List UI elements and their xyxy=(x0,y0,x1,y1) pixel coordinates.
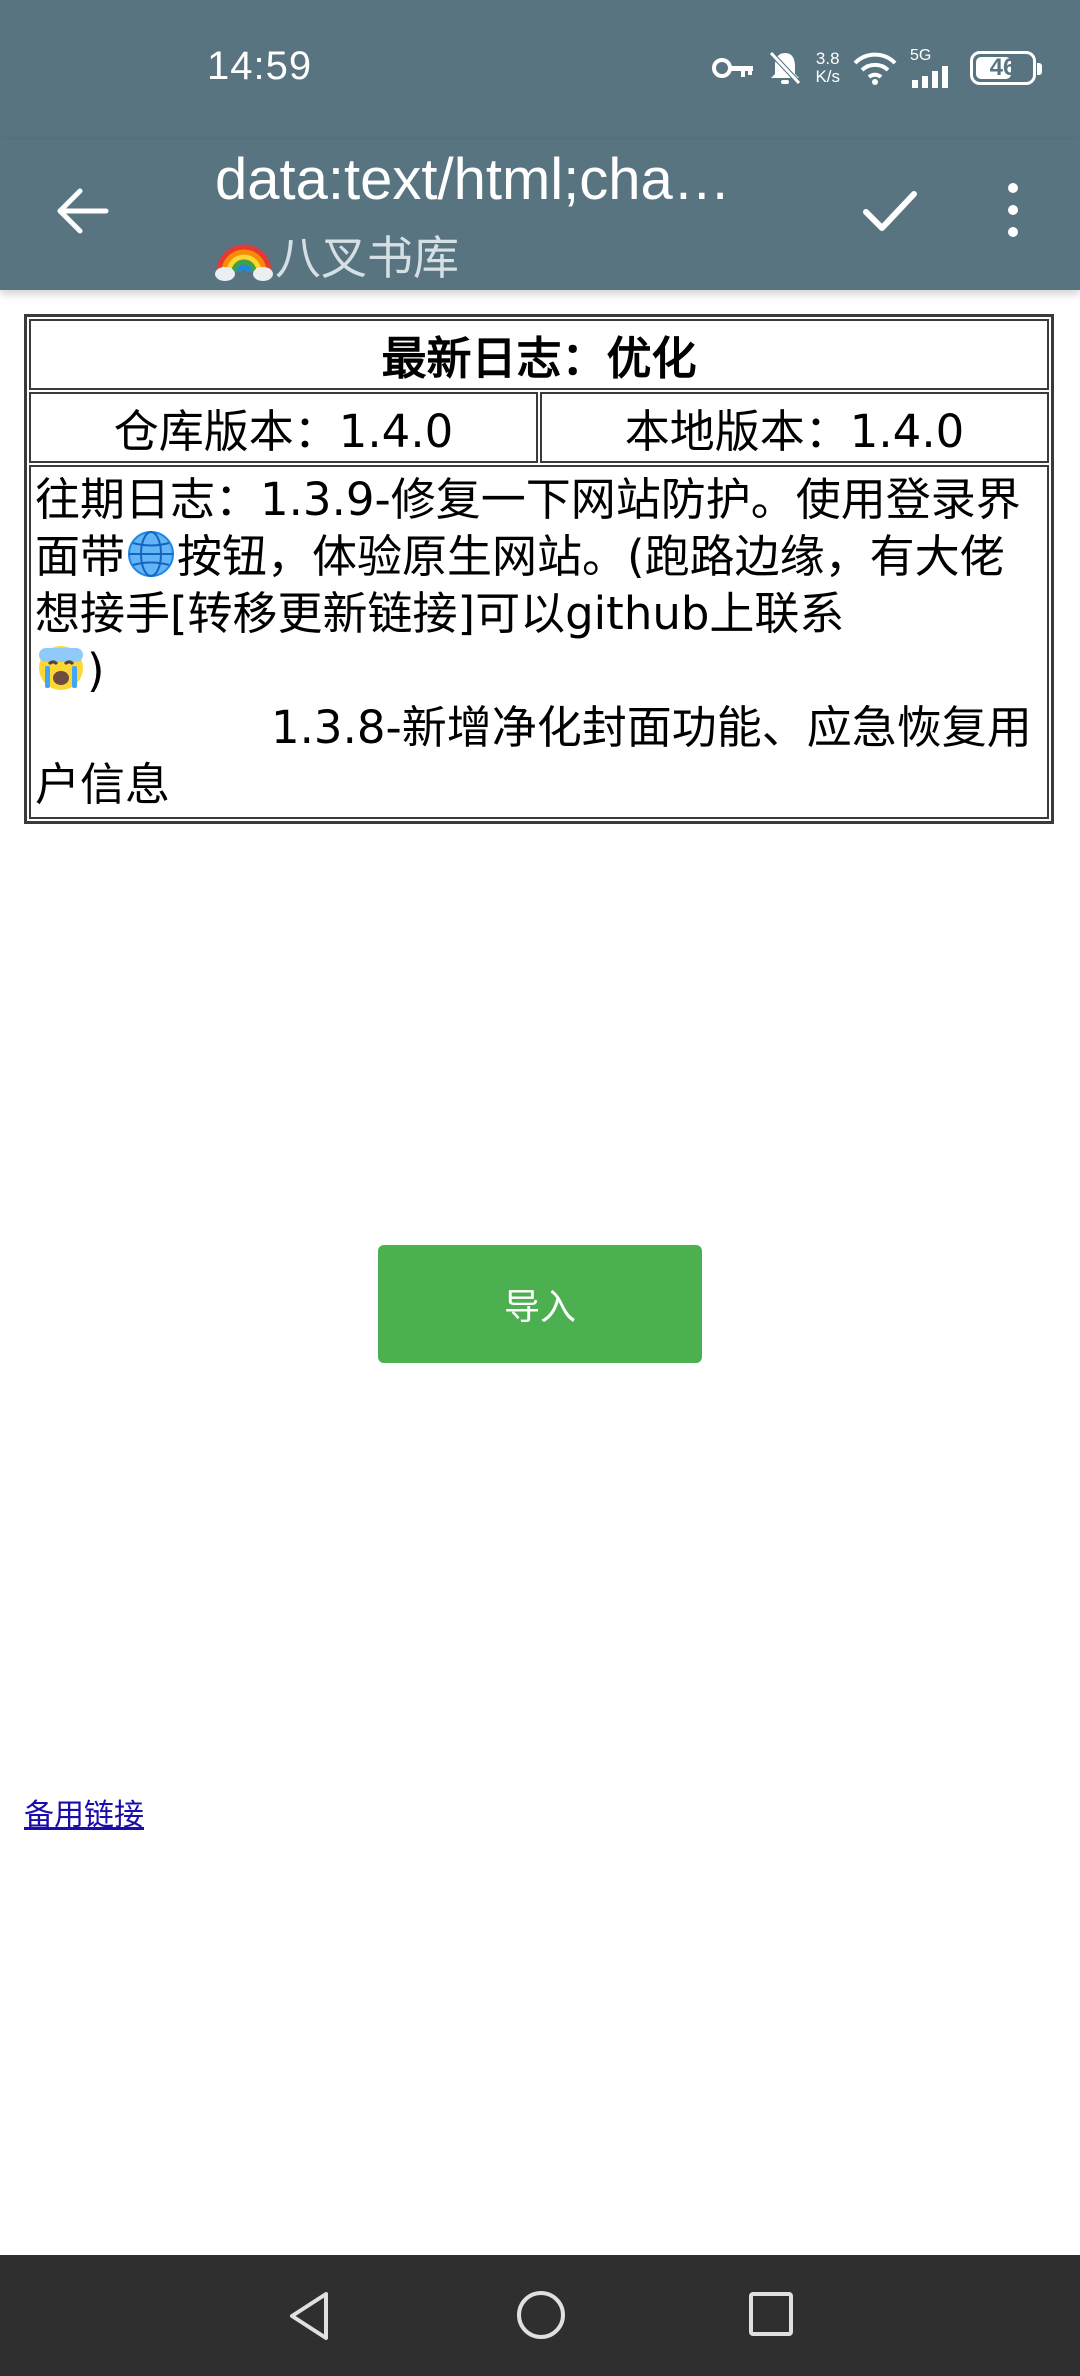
repo-version: 仓库版本：1.4.0 xyxy=(29,392,538,463)
import-button[interactable]: 导入 xyxy=(378,1245,702,1363)
bell-muted-icon xyxy=(769,51,802,85)
local-version: 本地版本：1.4.0 xyxy=(540,392,1049,463)
history-text-3: ) xyxy=(87,644,105,697)
checkmark-icon[interactable] xyxy=(858,178,922,242)
page-subtitle-text: 八叉书库 xyxy=(275,231,459,285)
history-text-2: 按钮，体验原生网站。(跑路边缘，有大佬想接手[转移更新链接]可以github上联… xyxy=(35,530,1005,640)
history-log: 往期日志：1.3.9-修复一下网站防护。使用登录界面带 按钮，体验原生网站。(跑路… xyxy=(29,465,1049,819)
back-arrow-icon[interactable] xyxy=(50,177,118,245)
signal-icon xyxy=(912,66,948,88)
net-speed-unit: K/s xyxy=(815,67,840,86)
navigation-bar xyxy=(0,2255,1080,2376)
status-bar: 14:59 3.8 K/s 5G 46 xyxy=(0,0,1080,140)
nav-back-icon[interactable] xyxy=(282,2288,338,2344)
changelog-table: 最新日志：优化 仓库版本：1.4.0 本地版本：1.4.0 往期日志：1.3.9… xyxy=(24,314,1054,824)
wifi-icon xyxy=(853,52,897,85)
rainbow-icon xyxy=(215,244,273,281)
changelog-heading: 最新日志：优化 xyxy=(29,319,1049,390)
app-bar: data:text/html;cha… 八叉书库 xyxy=(0,140,1080,290)
backup-link[interactable]: 备用链接 xyxy=(24,1790,144,1834)
more-vert-icon[interactable] xyxy=(995,178,1031,242)
signal-label: 5G xyxy=(910,47,932,64)
status-icons: 3.8 K/s 5G 46 xyxy=(711,46,1042,90)
globe-icon xyxy=(128,531,175,577)
key-icon xyxy=(712,58,754,78)
history-text-4: 1.3.8-新增净化封面功能、应急恢复用户信息 xyxy=(35,701,1032,811)
nav-home-icon[interactable] xyxy=(513,2287,569,2343)
net-speed: 3.8 K/s xyxy=(815,50,840,86)
crying-face-icon xyxy=(39,646,83,690)
net-speed-value: 3.8 xyxy=(815,49,840,68)
battery-icon: 46 xyxy=(970,51,1042,85)
page-url[interactable]: data:text/html;cha… xyxy=(215,146,815,213)
nav-recents-icon[interactable] xyxy=(745,2288,797,2340)
status-time: 14:59 xyxy=(207,44,313,88)
page-subtitle: 八叉书库 xyxy=(215,222,459,288)
battery-level: 46 xyxy=(989,54,1017,81)
